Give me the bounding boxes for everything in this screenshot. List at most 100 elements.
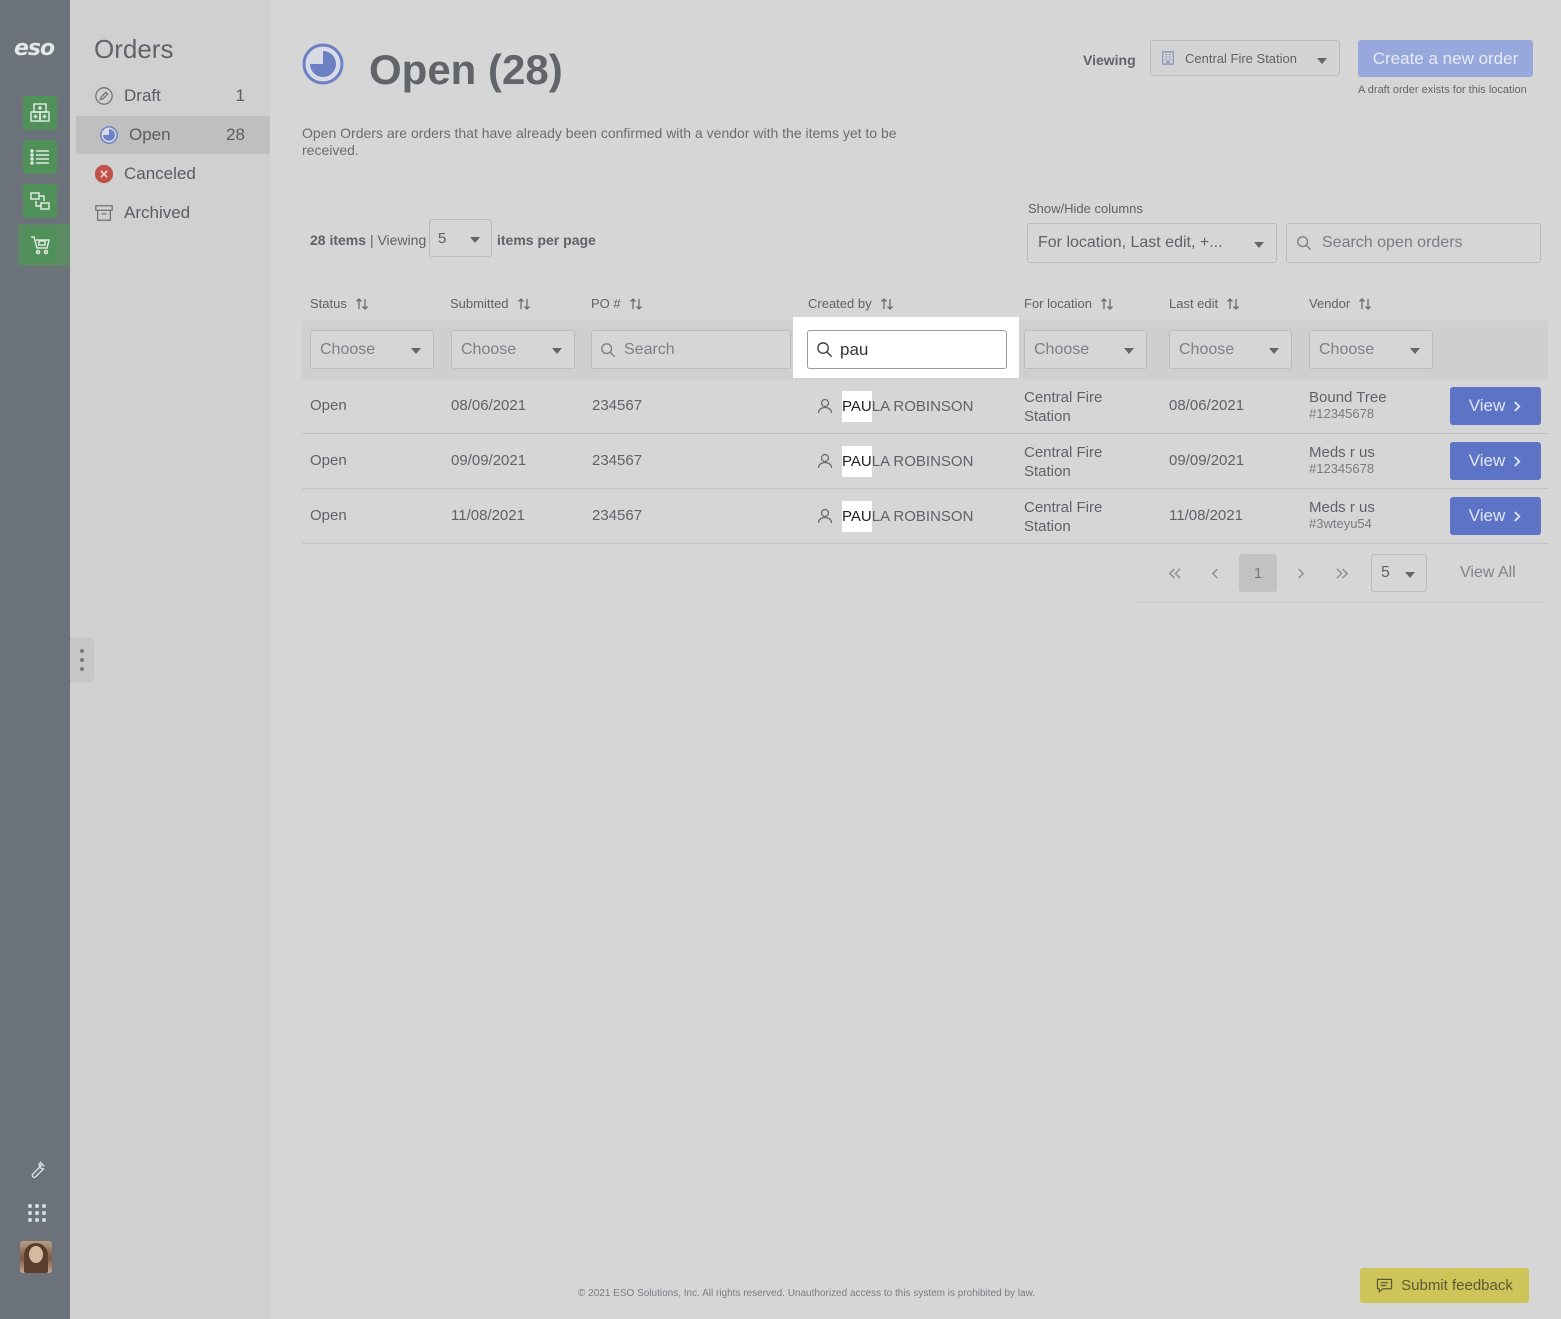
next-page-icon[interactable]: [1288, 554, 1312, 592]
name-match-highlight: PAU: [842, 500, 872, 532]
column-header-location[interactable]: For location: [1024, 296, 1114, 311]
view-order-button[interactable]: View: [1450, 497, 1541, 535]
search-placeholder: Search open orders: [1322, 234, 1463, 251]
sidebar-item-label: Archived: [124, 203, 191, 222]
sort-icon: [355, 297, 368, 310]
created-by-filter-input[interactable]: pau: [807, 330, 1007, 369]
app-rail: eso: [0, 0, 70, 1319]
chevron-down-icon: [1124, 348, 1134, 354]
chevron-down-icon: [411, 348, 421, 354]
orders-sidebar: Orders Draft 1 Open 28 Canceled Archived: [70, 0, 270, 1319]
status-filter-select[interactable]: Choose: [310, 330, 434, 369]
row-po: 234567: [592, 507, 643, 524]
row-location: Central Fire Station: [1024, 444, 1103, 480]
column-header-submitted[interactable]: Submitted: [450, 296, 531, 311]
showhide-columns-select[interactable]: For location, Last edit, +...: [1027, 223, 1277, 263]
avatar[interactable]: [20, 1241, 52, 1273]
column-header-created-by[interactable]: Created by: [808, 296, 894, 311]
last-edit-filter-select[interactable]: Choose: [1169, 330, 1292, 369]
submitted-filter-select[interactable]: Choose: [451, 330, 575, 369]
pie-icon: [98, 124, 120, 146]
chevron-right-icon: [1514, 510, 1521, 522]
list-icon[interactable]: [23, 140, 57, 174]
sort-icon: [1100, 297, 1113, 310]
row-submitted: 08/06/2021: [451, 397, 527, 414]
sort-icon: [517, 297, 530, 310]
app-grid-icon[interactable]: [22, 1198, 52, 1228]
column-header-last-edit[interactable]: Last edit: [1169, 296, 1240, 311]
location-select[interactable]: Central Fire Station: [1150, 40, 1340, 76]
name-match-highlight: PAU: [842, 390, 872, 422]
row-created-by: PAU LA ROBINSON: [816, 444, 973, 478]
items-per-page-select[interactable]: 5: [429, 219, 492, 257]
sort-icon: [629, 297, 642, 310]
row-status: Open: [310, 397, 347, 414]
submit-feedback-button[interactable]: Submit feedback: [1360, 1268, 1529, 1303]
view-order-button[interactable]: View: [1450, 442, 1541, 480]
location-filter-select[interactable]: Choose: [1024, 330, 1147, 369]
viewing-text: Viewing: [377, 232, 427, 248]
chevron-down-icon: [1405, 572, 1415, 578]
cart-icon[interactable]: [23, 228, 57, 262]
draft-note: A draft order exists for this location: [1358, 84, 1527, 96]
sidebar-item-count: 1: [235, 86, 245, 105]
create-order-button[interactable]: Create a new order: [1358, 40, 1533, 77]
transfer-icon[interactable]: [23, 184, 57, 218]
search-icon: [600, 342, 616, 358]
previous-page-icon[interactable]: [1203, 554, 1227, 592]
chevron-down-icon: [1254, 242, 1264, 248]
open-pie-icon: [302, 43, 344, 85]
row-last-edit: 08/06/2021: [1169, 397, 1245, 414]
chevron-right-icon: [1514, 400, 1521, 412]
vendor-filter-select[interactable]: Choose: [1309, 330, 1433, 369]
items-count: 28 items | Viewing: [310, 232, 426, 248]
sort-icon: [1227, 297, 1240, 310]
column-header-status[interactable]: Status: [310, 296, 369, 311]
sidebar-item-canceled[interactable]: Canceled: [76, 155, 270, 193]
sort-icon: [1359, 297, 1372, 310]
row-divider: [302, 488, 1548, 489]
row-divider: [302, 433, 1548, 434]
page-number-current[interactable]: 1: [1239, 554, 1277, 592]
pencil-circle-icon: [93, 85, 115, 107]
page-size-select[interactable]: 5: [1371, 554, 1427, 592]
location-select-value: Central Fire Station: [1185, 50, 1297, 66]
sidebar-item-label: Canceled: [124, 164, 196, 183]
column-header-vendor[interactable]: Vendor: [1309, 296, 1372, 311]
po-filter-input[interactable]: Search: [591, 330, 791, 369]
building-icon: [1161, 50, 1175, 66]
copyright-footer: © 2021 ESO Solutions, Inc. All rights re…: [578, 1288, 1036, 1299]
row-vendor: Meds r us #12345678: [1309, 444, 1375, 476]
showhide-label: Show/Hide columns: [1028, 201, 1143, 216]
sidebar-item-label: Draft: [124, 86, 161, 105]
cancel-icon: [93, 163, 115, 185]
row-location: Central Fire Station: [1024, 499, 1103, 535]
column-header-po[interactable]: PO #: [591, 296, 643, 311]
wrench-icon[interactable]: [22, 1154, 52, 1184]
eso-logo: eso: [14, 36, 55, 61]
sidebar-title: Orders: [94, 34, 174, 64]
sidebar-item-open[interactable]: Open 28: [76, 116, 270, 154]
search-open-orders-input[interactable]: Search open orders: [1286, 223, 1541, 263]
chevron-down-icon: [1410, 348, 1420, 354]
archive-icon: [93, 202, 115, 224]
row-status: Open: [310, 452, 347, 469]
sidebar-collapse-handle[interactable]: [70, 638, 94, 682]
view-all-link[interactable]: View All: [1460, 564, 1516, 582]
first-page-icon[interactable]: [1160, 554, 1188, 592]
row-last-edit: 11/08/2021: [1169, 507, 1243, 524]
last-page-icon[interactable]: [1328, 554, 1356, 592]
items-per-page-label: items per page: [497, 232, 596, 248]
sidebar-item-archived[interactable]: Archived: [76, 194, 270, 232]
sidebar-item-draft[interactable]: Draft 1: [76, 77, 270, 115]
row-divider: [302, 543, 1548, 544]
inventory-grid-icon[interactable]: [23, 96, 57, 130]
row-created-by: PAU LA ROBINSON: [816, 499, 973, 533]
pagination-divider: [1135, 602, 1548, 603]
showhide-value: For location, Last edit, +...: [1038, 234, 1223, 251]
items-per-page-value: 5: [438, 229, 447, 247]
chevron-down-icon: [1317, 58, 1327, 64]
search-icon: [816, 341, 833, 358]
feedback-icon: [1376, 1278, 1393, 1293]
view-order-button[interactable]: View: [1450, 387, 1541, 425]
